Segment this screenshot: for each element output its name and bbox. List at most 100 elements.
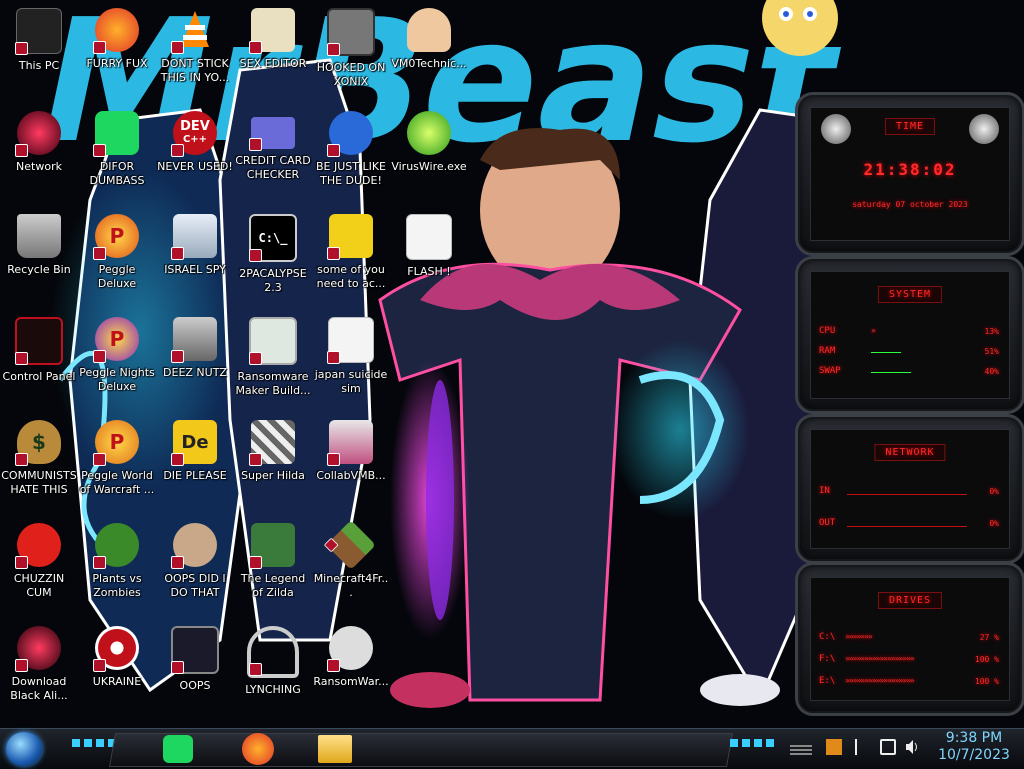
desktop-icon-legend-of-zilda[interactable]: The Legend of Zilda bbox=[234, 515, 312, 611]
desktop-icon-vm0technic[interactable]: VM0Technic... bbox=[390, 0, 468, 96]
icon-label: 2PACALYPSE 2.3 bbox=[239, 267, 307, 294]
desktop-icon-collabvm[interactable]: CollabVMB... bbox=[312, 412, 390, 508]
desktop-icon-pvz[interactable]: Plants vs Zombies bbox=[78, 515, 156, 611]
desktop-icon-never-used[interactable]: DEV C++ NEVER USED! bbox=[156, 103, 234, 199]
start-button[interactable] bbox=[6, 732, 42, 766]
desktop-icon-die-please[interactable]: De DIE PLEASE bbox=[156, 412, 234, 508]
volume-icon[interactable] bbox=[905, 739, 919, 755]
desktop-icon-ransomwar[interactable]: RansomWar... bbox=[312, 618, 390, 714]
desktop-icon-super-hilda[interactable]: Super Hilda bbox=[234, 412, 312, 508]
icon-label: Minecraft4Fr... bbox=[313, 572, 389, 599]
drive-f-meter: »»»»»»»»»»»»»»»»»» bbox=[845, 654, 915, 663]
grass-block-icon bbox=[323, 520, 376, 570]
credit-card-icon bbox=[249, 117, 295, 151]
desktop-icon-2pacalypse[interactable]: C:\_ 2PACALYPSE 2.3 bbox=[234, 206, 312, 302]
icon-label: BE JUST LIKE THE DUDE! bbox=[315, 160, 387, 187]
peggle-wow-icon: P bbox=[93, 420, 139, 466]
desktop-icon-this-pc[interactable]: This PC bbox=[0, 0, 78, 96]
show-desktop-icon[interactable] bbox=[790, 743, 812, 755]
shield-icon bbox=[171, 453, 184, 466]
net-out-label: OUT bbox=[819, 518, 836, 528]
icon-label: DIE PLEASE bbox=[163, 469, 227, 482]
desktop-icon-difor-dumbass[interactable]: DIFOR DUMBASS bbox=[78, 103, 156, 199]
beaver-icon bbox=[327, 214, 373, 260]
zelda-sprite-icon bbox=[249, 523, 295, 569]
shield-icon bbox=[15, 453, 28, 466]
drive-c-label: C:\ bbox=[819, 632, 836, 642]
icon-label: Peggle World of Warcraft ... bbox=[79, 469, 155, 496]
desktop-icon-flash[interactable]: FLASH ! bbox=[390, 206, 468, 302]
peggle-letter: P bbox=[109, 224, 125, 248]
icon-label: NEVER USED! bbox=[157, 160, 233, 173]
delphi-icon: De bbox=[171, 420, 217, 466]
time-widget-date: saturday 07 october 2023 bbox=[852, 200, 968, 209]
network-globe-icon bbox=[15, 111, 61, 157]
desktop-icon-be-just-like-the-dude[interactable]: BE JUST LIKE THE DUDE! bbox=[312, 103, 390, 199]
desktop-icon-recycle-bin[interactable]: Recycle Bin bbox=[0, 206, 78, 302]
dev-text: DEV bbox=[180, 119, 210, 134]
taskbar-file-explorer-button[interactable] bbox=[318, 735, 352, 763]
desktop-icon-ransomware-maker[interactable]: Ransomware Maker Build... bbox=[234, 309, 312, 405]
icon-label: DEEZ NUTZ bbox=[163, 366, 227, 379]
desktop-icon-ukraine[interactable]: UKRAINE bbox=[78, 618, 156, 714]
taskbar-spotify-button[interactable] bbox=[163, 735, 193, 763]
desktop-icon-deez-nutz[interactable]: DEEZ NUTZ bbox=[156, 309, 234, 405]
shield-icon bbox=[171, 144, 184, 157]
desktop-icon-chuzzin[interactable]: CHUZZIN CUM bbox=[0, 515, 78, 611]
desktop-icon-japan-suicide-sim[interactable]: japan suicide sim bbox=[312, 309, 390, 405]
desktop-icon-credit-card[interactable]: CREDIT CARD CHECKER bbox=[234, 103, 312, 199]
desktop-icon-peggle-deluxe[interactable]: P Peggle Deluxe bbox=[78, 206, 156, 302]
net-in-label: IN bbox=[819, 486, 830, 496]
firefox-icon bbox=[93, 8, 139, 54]
swap-graph bbox=[871, 372, 911, 373]
flag-icon[interactable] bbox=[855, 739, 869, 755]
desktop-icon-oops[interactable]: OOPS bbox=[156, 618, 234, 714]
peggle-letter: P bbox=[109, 430, 125, 454]
alien-orb-icon bbox=[15, 626, 61, 672]
taskbar-firefox-button[interactable] bbox=[242, 733, 274, 765]
desktop-icon-minecraft[interactable]: Minecraft4Fr... bbox=[312, 515, 390, 611]
taskbar-decor-right bbox=[730, 739, 774, 747]
desktop-icon-viruswire[interactable]: VirusWire.exe bbox=[390, 103, 468, 199]
drive-f-value: 100 % bbox=[974, 655, 999, 664]
desktop-icon-lynching[interactable]: LYNCHING bbox=[234, 618, 312, 714]
desktop-icon-peggle-nights[interactable]: P Peggle Nights Deluxe bbox=[78, 309, 156, 405]
icon-label: FURRY FUX bbox=[86, 57, 148, 70]
vlc-cone-icon bbox=[171, 8, 217, 54]
shield-icon bbox=[171, 350, 184, 363]
swap-value: 40% bbox=[984, 367, 999, 376]
plants-vs-zombies-icon bbox=[93, 523, 139, 569]
shield-icon bbox=[327, 351, 340, 364]
ram-value: 51% bbox=[984, 347, 999, 356]
desktop-icon-download-black-ali[interactable]: Download Black Ali... bbox=[0, 618, 78, 714]
desktop-icon-control-panel[interactable]: Control Panel bbox=[0, 309, 78, 405]
icon-label: Control Panel bbox=[2, 370, 76, 383]
time-widget: TIME 21:38:02 saturday 07 october 2023 bbox=[795, 92, 1024, 256]
ram-graph bbox=[871, 352, 901, 353]
desktop-icon-oops-did-i[interactable]: OOPS DID I DO THAT bbox=[156, 515, 234, 611]
desktop-icon-furry-fux[interactable]: FURRY FUX bbox=[78, 0, 156, 96]
desktop-icon-israel-spy[interactable]: ISRAEL SPY bbox=[156, 206, 234, 302]
network-icon[interactable] bbox=[880, 739, 896, 755]
desktop-icon-sex-editor[interactable]: SEX EDITOR bbox=[234, 0, 312, 96]
taskbar-clock[interactable]: 9:38 PM 10/7/2023 bbox=[928, 730, 1020, 764]
time-widget-panel: TIME 21:38:02 saturday 07 october 2023 bbox=[810, 107, 1010, 241]
file-icon bbox=[406, 214, 452, 260]
icon-label: Peggle Deluxe bbox=[97, 263, 137, 290]
dev-cpp-icon: DEV C++ bbox=[171, 111, 217, 157]
desktop-icon-network[interactable]: Network bbox=[0, 103, 78, 199]
shield-icon bbox=[15, 352, 28, 365]
doctor-icon bbox=[407, 8, 451, 52]
skull-icon bbox=[327, 626, 373, 672]
taskbar-decor-left bbox=[72, 739, 116, 747]
desktop-icon-hooked-on-xonix[interactable]: HOOKED ON XONIX bbox=[312, 0, 390, 96]
desktop-icon-some-of-you[interactable]: some of you need to ac... bbox=[312, 206, 390, 302]
orientation-icon[interactable] bbox=[826, 739, 842, 755]
cmd-text: C:\_ bbox=[258, 231, 288, 245]
stacked-windows-icon bbox=[171, 317, 217, 363]
control-panel-icon bbox=[15, 317, 63, 365]
taskbar: 9:38 PM 10/7/2023 bbox=[0, 728, 1024, 769]
desktop-icon-dont-stick[interactable]: DONT STICK THIS IN YO... bbox=[156, 0, 234, 96]
desktop-icon-peggle-wow[interactable]: P Peggle World of Warcraft ... bbox=[78, 412, 156, 508]
desktop-icon-communists[interactable]: $ COMMUNISTS HATE THIS G... bbox=[0, 412, 78, 508]
